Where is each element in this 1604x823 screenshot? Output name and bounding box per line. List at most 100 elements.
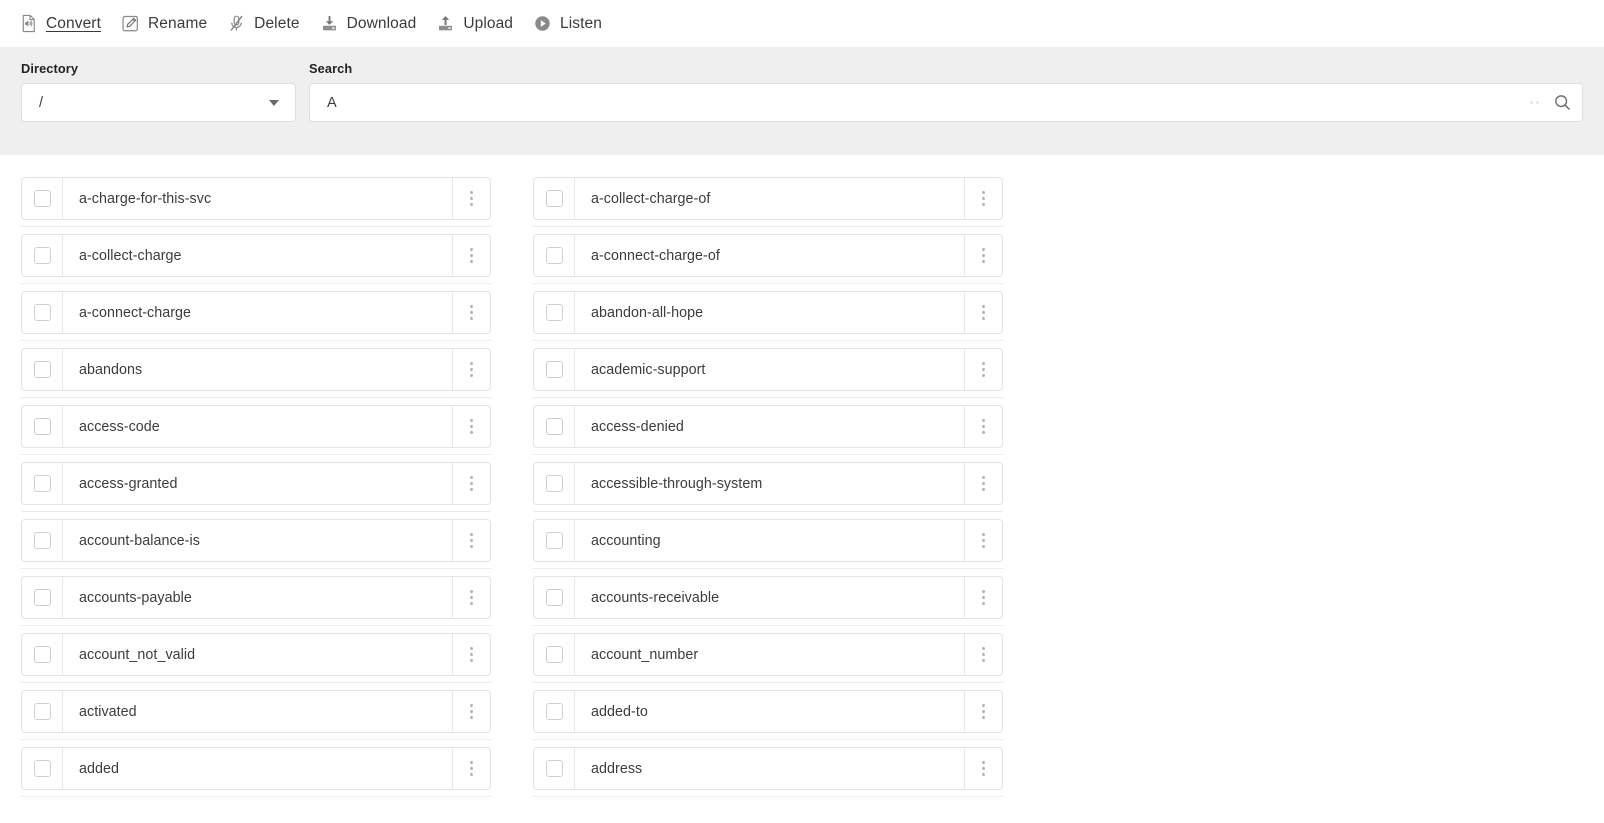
search-field: Search A [309, 61, 1583, 122]
row-checkbox[interactable] [545, 646, 563, 663]
row-checkbox-cell[interactable] [22, 748, 63, 789]
directory-select[interactable]: / [21, 83, 296, 122]
listen-button[interactable]: Listen [527, 9, 616, 39]
row-checkbox[interactable] [33, 190, 51, 207]
table-row[interactable]: address [533, 747, 1003, 790]
row-checkbox[interactable] [545, 190, 563, 207]
row-checkbox[interactable] [33, 589, 51, 606]
search-control[interactable]: A [309, 83, 1583, 122]
table-row[interactable]: accounts-receivable [533, 576, 1003, 619]
table-row[interactable]: accounts-payable [21, 576, 491, 619]
table-row[interactable]: account_not_valid [21, 633, 491, 676]
row-overflow-menu-button[interactable] [964, 349, 1002, 390]
row-overflow-menu-button[interactable] [964, 178, 1002, 219]
row-checkbox-cell[interactable] [22, 406, 63, 447]
table-row[interactable]: account-balance-is [21, 519, 491, 562]
row-checkbox[interactable] [33, 646, 51, 663]
row-checkbox-cell[interactable] [534, 748, 575, 789]
row-overflow-menu-button[interactable] [964, 235, 1002, 276]
upload-button[interactable]: Upload [430, 9, 527, 39]
row-overflow-menu-button[interactable] [964, 463, 1002, 504]
row-checkbox[interactable] [33, 304, 51, 321]
table-row[interactable]: a-collect-charge-of [533, 177, 1003, 220]
search-input[interactable]: A [327, 95, 1530, 111]
download-button[interactable]: Download [314, 9, 431, 39]
table-row[interactable]: a-connect-charge-of [533, 234, 1003, 277]
table-row[interactable]: added-to [533, 690, 1003, 733]
row-checkbox-cell[interactable] [22, 349, 63, 390]
table-row[interactable]: academic-support [533, 348, 1003, 391]
row-overflow-menu-button[interactable] [452, 520, 490, 561]
row-checkbox[interactable] [545, 475, 563, 492]
convert-button[interactable]: Convert [13, 9, 115, 39]
row-checkbox[interactable] [33, 760, 51, 777]
row-checkbox-cell[interactable] [534, 292, 575, 333]
row-checkbox-cell[interactable] [534, 235, 575, 276]
row-overflow-menu-button[interactable] [964, 577, 1002, 618]
row-overflow-menu-button[interactable] [964, 520, 1002, 561]
row-checkbox[interactable] [545, 247, 563, 264]
row-overflow-menu-button[interactable] [452, 634, 490, 675]
table-row[interactable]: added [21, 747, 491, 790]
row-checkbox[interactable] [33, 532, 51, 549]
row-overflow-menu-button[interactable] [452, 349, 490, 390]
rename-button[interactable]: Rename [115, 9, 221, 39]
row-checkbox-cell[interactable] [534, 691, 575, 732]
row-overflow-menu-button[interactable] [452, 577, 490, 618]
row-overflow-menu-button[interactable] [452, 178, 490, 219]
row-checkbox[interactable] [545, 418, 563, 435]
row-checkbox-cell[interactable] [22, 691, 63, 732]
row-checkbox-cell[interactable] [22, 520, 63, 561]
table-row[interactable]: access-denied [533, 405, 1003, 448]
row-overflow-menu-button[interactable] [452, 463, 490, 504]
row-overflow-menu-button[interactable] [964, 292, 1002, 333]
row-checkbox[interactable] [545, 361, 563, 378]
row-overflow-menu-button[interactable] [964, 634, 1002, 675]
row-checkbox[interactable] [33, 361, 51, 378]
row-checkbox-cell[interactable] [534, 634, 575, 675]
row-checkbox-cell[interactable] [22, 577, 63, 618]
table-row[interactable]: access-code [21, 405, 491, 448]
row-checkbox-cell[interactable] [534, 178, 575, 219]
row-checkbox[interactable] [545, 760, 563, 777]
table-row[interactable]: a-collect-charge [21, 234, 491, 277]
row-checkbox-cell[interactable] [534, 520, 575, 561]
row-checkbox-cell[interactable] [22, 178, 63, 219]
row-checkbox-cell[interactable] [534, 463, 575, 504]
row-checkbox-cell[interactable] [22, 634, 63, 675]
table-row[interactable]: activated [21, 690, 491, 733]
grid-cell-left: a-collect-charge [21, 234, 491, 291]
table-row[interactable]: abandons [21, 348, 491, 391]
row-checkbox-cell[interactable] [22, 235, 63, 276]
row-checkbox[interactable] [33, 703, 51, 720]
row-checkbox[interactable] [33, 418, 51, 435]
table-row[interactable]: accessible-through-system [533, 462, 1003, 505]
row-overflow-menu-button[interactable] [964, 691, 1002, 732]
table-row[interactable]: a-charge-for-this-svc [21, 177, 491, 220]
row-overflow-menu-button[interactable] [452, 691, 490, 732]
row-checkbox[interactable] [545, 532, 563, 549]
row-checkbox[interactable] [33, 247, 51, 264]
row-checkbox-cell[interactable] [22, 463, 63, 504]
row-checkbox-cell[interactable] [22, 292, 63, 333]
row-overflow-menu-button[interactable] [452, 292, 490, 333]
table-row[interactable]: access-granted [21, 462, 491, 505]
row-checkbox[interactable] [545, 304, 563, 321]
magnifier-icon[interactable] [1553, 93, 1572, 112]
table-row[interactable]: account_number [533, 633, 1003, 676]
table-row[interactable]: a-connect-charge [21, 291, 491, 334]
row-checkbox-cell[interactable] [534, 349, 575, 390]
row-checkbox[interactable] [545, 703, 563, 720]
row-overflow-menu-button[interactable] [964, 406, 1002, 447]
row-checkbox[interactable] [545, 589, 563, 606]
table-row[interactable]: accounting [533, 519, 1003, 562]
row-checkbox[interactable] [33, 475, 51, 492]
delete-button[interactable]: Delete [221, 9, 313, 39]
row-overflow-menu-button[interactable] [964, 748, 1002, 789]
row-overflow-menu-button[interactable] [452, 748, 490, 789]
row-overflow-menu-button[interactable] [452, 235, 490, 276]
table-row[interactable]: abandon-all-hope [533, 291, 1003, 334]
row-checkbox-cell[interactable] [534, 406, 575, 447]
row-checkbox-cell[interactable] [534, 577, 575, 618]
row-overflow-menu-button[interactable] [452, 406, 490, 447]
